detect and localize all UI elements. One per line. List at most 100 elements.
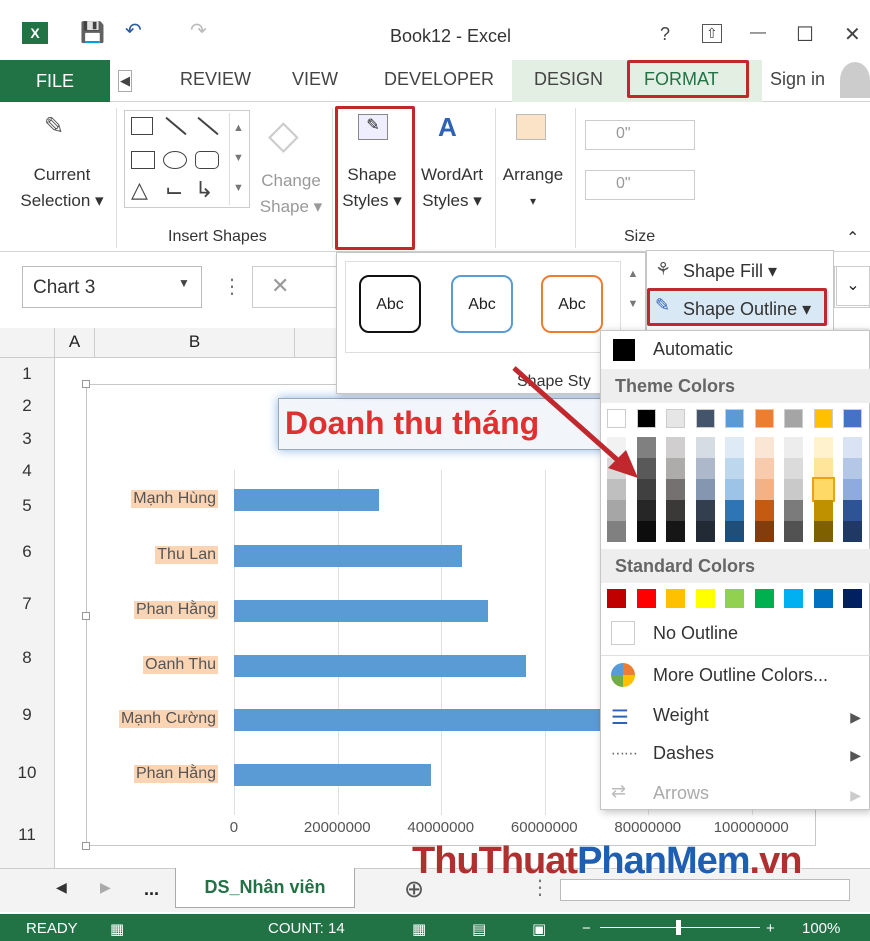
standard-color-swatch[interactable] (695, 589, 715, 608)
connector-shape-icon[interactable]: ⌙ (165, 177, 183, 203)
theme-shade-swatch[interactable] (666, 521, 685, 542)
tab-scroll-left-icon[interactable]: ◀ (118, 70, 132, 92)
theme-shade-swatch[interactable] (754, 500, 774, 521)
theme-shade-swatch[interactable] (607, 521, 626, 542)
shape-style-blue-outline[interactable]: Abc (451, 275, 513, 333)
theme-shade-swatch[interactable] (811, 477, 835, 502)
shape-height-input[interactable]: 0" (585, 120, 695, 150)
theme-shade-swatch[interactable] (843, 437, 862, 458)
standard-color-swatch[interactable] (813, 589, 833, 608)
menu-item-weight[interactable]: Weight (653, 705, 709, 726)
row-header[interactable]: 8 (0, 630, 55, 686)
theme-shade-swatch[interactable] (695, 458, 715, 479)
row-header[interactable]: 4 (0, 456, 55, 486)
gallery-scroll[interactable]: ▲ ▼ ▼ (229, 113, 247, 205)
theme-shade-swatch[interactable] (725, 458, 744, 479)
theme-shade-swatch[interactable] (843, 521, 862, 542)
shapes-gallery[interactable]: △ ⌙ ↳ ▲ ▼ ▼ (124, 110, 250, 208)
rounded-rect-shape-icon[interactable] (195, 151, 219, 169)
chart-bar[interactable] (234, 545, 462, 567)
theme-color-swatch[interactable] (695, 409, 715, 428)
theme-shade-swatch[interactable] (607, 500, 626, 521)
row-header[interactable]: 7 (0, 578, 55, 630)
sign-in-link[interactable]: Sign in (770, 69, 825, 90)
row-header[interactable]: 1 (0, 358, 55, 390)
menu-item-no-outline[interactable]: No Outline (653, 623, 738, 644)
theme-color-swatch[interactable] (843, 409, 862, 428)
page-break-view-icon[interactable]: ▣ (532, 920, 546, 938)
chart-bar[interactable] (234, 489, 379, 511)
help-button[interactable]: ? (660, 24, 670, 45)
theme-shade-swatch[interactable] (784, 458, 803, 479)
standard-color-swatch[interactable] (754, 589, 774, 608)
theme-shade-swatch[interactable] (784, 500, 803, 521)
column-header-a[interactable]: A (55, 328, 95, 358)
theme-shade-swatch[interactable] (754, 521, 774, 542)
row-header[interactable]: 11 (0, 802, 55, 868)
chart-resize-handle[interactable] (82, 842, 90, 850)
zoom-level[interactable]: 100% (802, 920, 840, 937)
standard-color-swatch[interactable] (784, 589, 803, 608)
normal-view-icon[interactable]: ▦ (412, 920, 426, 938)
shape-style-orange-outline[interactable]: Abc (541, 275, 603, 333)
chart-bar[interactable] (234, 764, 431, 786)
sheet-tab-ds-nhan-vien[interactable]: DS_Nhân viên (175, 868, 355, 908)
redo-icon[interactable]: ↷ (190, 18, 207, 43)
theme-shade-swatch[interactable] (666, 479, 685, 500)
theme-shade-swatch[interactable] (813, 437, 833, 458)
name-box[interactable]: Chart 3 (22, 266, 202, 308)
theme-shade-swatch[interactable] (636, 500, 656, 521)
name-box-dropdown-icon[interactable]: ▼ (178, 276, 190, 290)
row-header[interactable]: 3 (0, 422, 55, 456)
oval-shape-icon[interactable] (163, 151, 187, 169)
menu-item-dashes[interactable]: Dashes (653, 743, 714, 764)
tab-design[interactable]: DESIGN (534, 69, 603, 90)
textbox-shape-icon[interactable] (131, 117, 153, 135)
tab-view[interactable]: VIEW (292, 69, 338, 90)
theme-shade-swatch[interactable] (813, 500, 833, 521)
tab-review[interactable]: REVIEW (180, 69, 251, 90)
theme-color-swatch[interactable] (784, 409, 803, 428)
triangle-shape-icon[interactable]: △ (131, 177, 148, 203)
theme-shade-swatch[interactable] (754, 458, 774, 479)
zoom-in-icon[interactable]: + (766, 920, 775, 937)
undo-icon[interactable]: ↶ (125, 18, 142, 43)
theme-shade-swatch[interactable] (725, 437, 744, 458)
shape-style-black-outline[interactable]: Abc (359, 275, 421, 333)
page-layout-view-icon[interactable]: ▤ (472, 920, 486, 938)
theme-shade-swatch[interactable] (784, 479, 803, 500)
row-header[interactable]: 6 (0, 526, 55, 578)
theme-shade-swatch[interactable] (813, 458, 833, 479)
menu-item-automatic[interactable]: Automatic (653, 339, 733, 360)
theme-shade-swatch[interactable] (695, 479, 715, 500)
row-header[interactable]: 5 (0, 486, 55, 526)
theme-shade-swatch[interactable] (725, 479, 744, 500)
theme-shade-swatch[interactable] (843, 458, 862, 479)
prev-sheet-icon[interactable]: ◀ (56, 879, 67, 896)
standard-color-swatch[interactable] (725, 589, 744, 608)
theme-color-swatch[interactable] (666, 409, 685, 428)
theme-shade-swatch[interactable] (843, 500, 862, 521)
tab-file[interactable]: FILE (0, 60, 110, 102)
theme-shade-swatch[interactable] (725, 521, 744, 542)
standard-color-swatch[interactable] (843, 589, 862, 608)
next-sheet-icon[interactable]: ▶ (100, 879, 111, 896)
theme-color-swatch[interactable] (813, 409, 833, 428)
chart-resize-handle[interactable] (82, 612, 90, 620)
menu-item-more-outline-colors[interactable]: More Outline Colors... (653, 665, 828, 686)
save-icon[interactable]: 💾 (80, 20, 105, 45)
theme-shade-swatch[interactable] (784, 437, 803, 458)
rectangle-shape-icon[interactable] (131, 151, 155, 169)
chart-bar[interactable] (234, 709, 612, 731)
line-shape-icon[interactable] (165, 116, 187, 136)
theme-shade-swatch[interactable] (636, 521, 656, 542)
theme-shade-swatch[interactable] (843, 479, 862, 500)
row-header[interactable]: 2 (0, 390, 55, 422)
theme-shade-swatch[interactable] (813, 521, 833, 542)
theme-shade-swatch[interactable] (666, 458, 685, 479)
theme-shade-swatch[interactable] (754, 479, 774, 500)
current-selection-button[interactable]: Current Selection ▾ (14, 162, 110, 214)
theme-color-swatch[interactable] (754, 409, 774, 428)
theme-shade-swatch[interactable] (754, 437, 774, 458)
zoom-out-icon[interactable]: − (582, 920, 591, 937)
